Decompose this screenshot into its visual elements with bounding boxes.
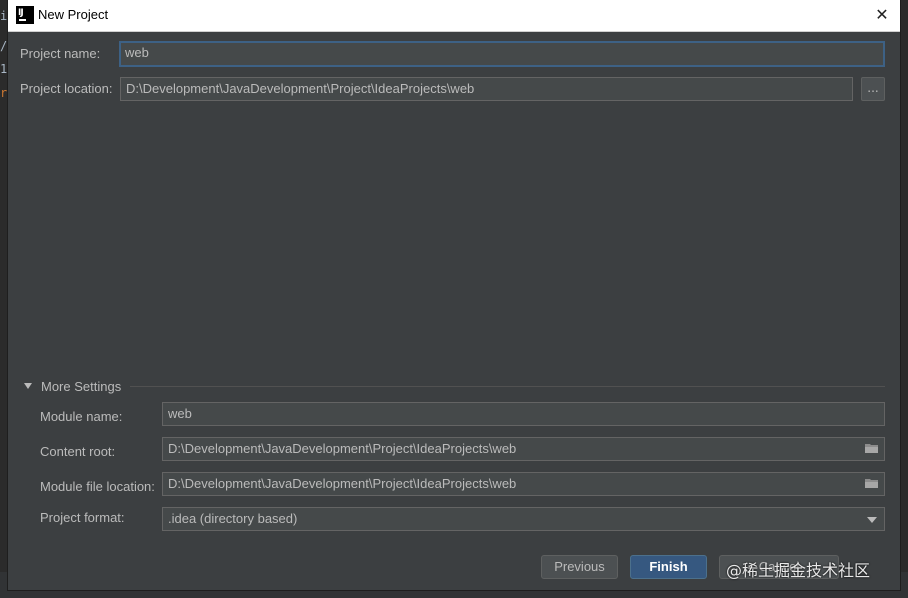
module-name-label: Module name:	[40, 409, 123, 424]
content-root-input[interactable]: D:\Development\JavaDevelopment\Project\I…	[162, 437, 885, 461]
editor-glyph: i	[0, 9, 8, 23]
more-settings-divider	[130, 386, 885, 387]
previous-button[interactable]: Previous	[541, 555, 618, 579]
new-project-dialog: IJ New Project ✕ Project name: web Proje…	[8, 0, 900, 590]
chevron-down-icon	[867, 517, 877, 523]
module-file-location-input[interactable]: D:\Development\JavaDevelopment\Project\I…	[162, 472, 885, 496]
intellij-app-icon: IJ	[16, 6, 34, 24]
editor-glyph: r	[0, 86, 8, 100]
content-root-label: Content root:	[40, 444, 116, 459]
project-location-label: Project location:	[20, 81, 113, 96]
finish-button[interactable]: Finish	[630, 555, 707, 579]
content-root-value: D:\Development\JavaDevelopment\Project\I…	[168, 441, 517, 456]
project-format-select[interactable]: .idea (directory based)	[162, 507, 885, 531]
project-location-input[interactable]: D:\Development\JavaDevelopment\Project\I…	[120, 77, 853, 101]
close-icon[interactable]: ✕	[870, 4, 894, 26]
folder-icon[interactable]	[865, 478, 879, 489]
module-name-input[interactable]: web	[162, 402, 885, 426]
module-file-location-value: D:\Development\JavaDevelopment\Project\I…	[168, 476, 517, 491]
more-settings-toggle[interactable]: More Settings	[41, 379, 121, 394]
project-format-value: .idea (directory based)	[168, 511, 298, 526]
watermark: @稀土掘金技术社区	[726, 561, 871, 580]
collapse-triangle-icon[interactable]	[24, 383, 32, 389]
project-format-label: Project format:	[40, 510, 125, 525]
project-name-input[interactable]: web	[119, 41, 885, 67]
module-file-location-label: Module file location:	[40, 479, 155, 494]
folder-icon[interactable]	[865, 443, 879, 454]
editor-glyph: 1	[0, 62, 8, 76]
project-name-label: Project name:	[20, 46, 101, 61]
dialog-title: New Project	[38, 7, 109, 22]
browse-location-button[interactable]: ...	[861, 77, 885, 101]
editor-glyph: /	[0, 39, 8, 53]
dialog-titlebar: IJ New Project ✕	[8, 0, 900, 32]
